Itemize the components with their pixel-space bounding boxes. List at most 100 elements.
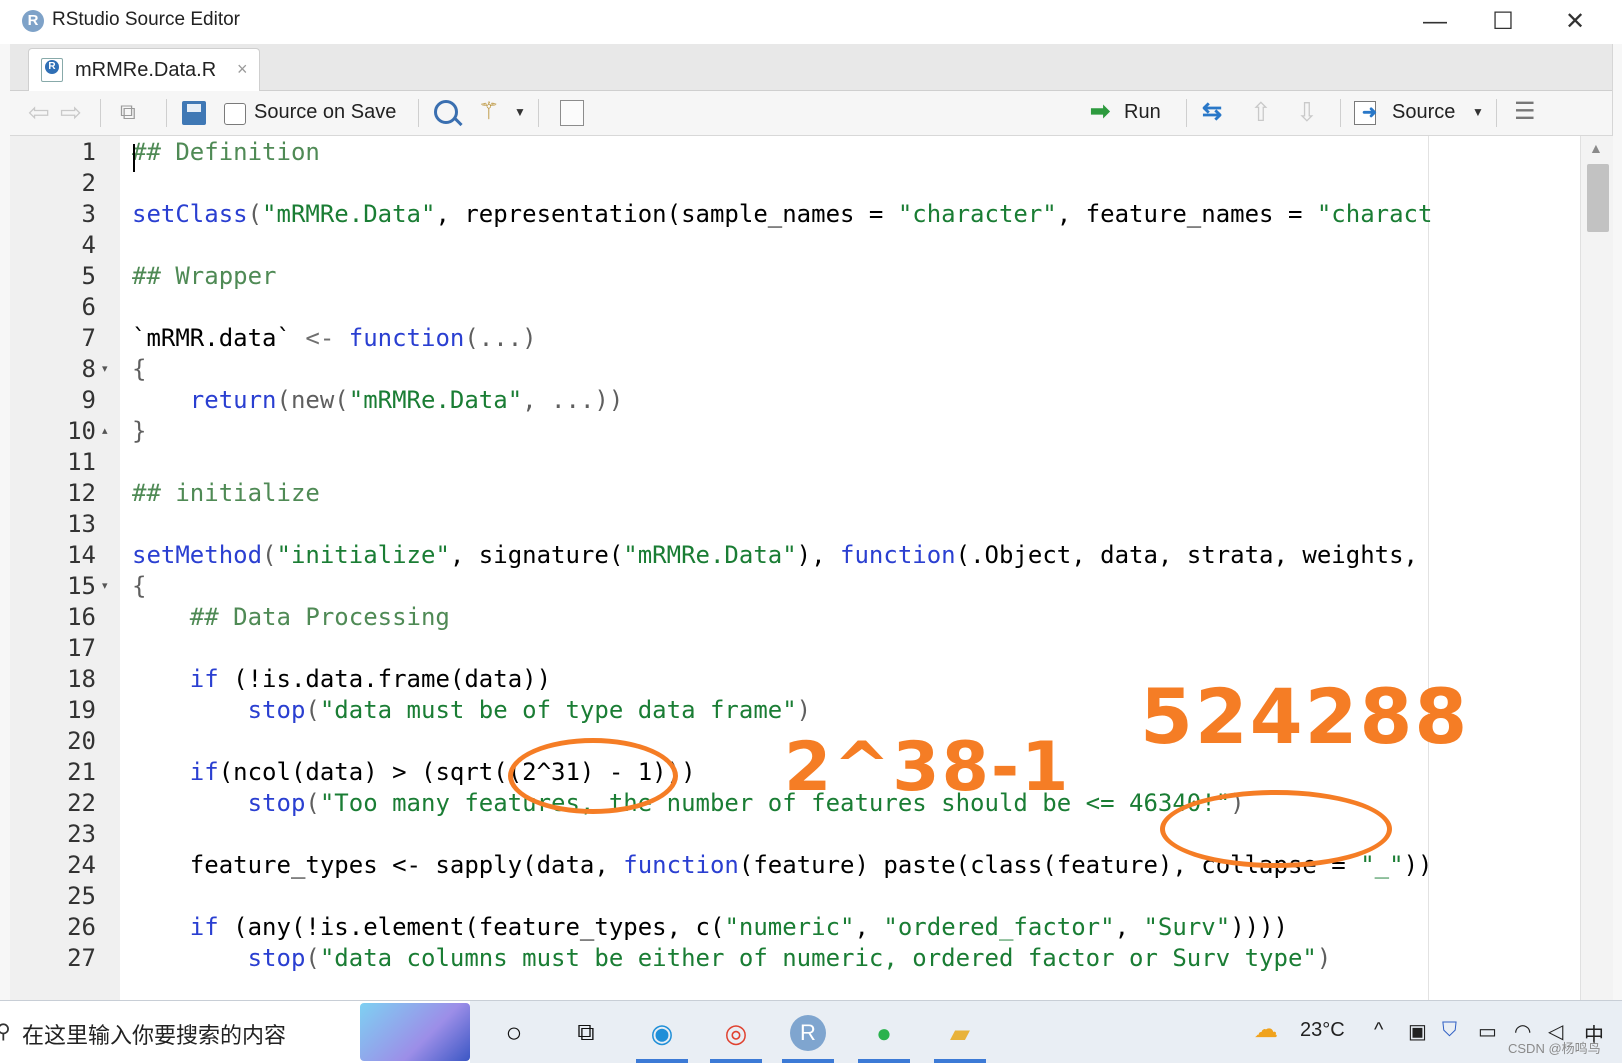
source-options-chevron-down-icon[interactable]: ▼ — [1472, 97, 1484, 127]
code-line[interactable]: 1 ## Definition — [10, 137, 1570, 168]
edge-browser-icon[interactable]: ◉ — [642, 1013, 682, 1053]
code-line[interactable]: 14 setMethod("initialize", signature("mRM… — [10, 540, 1570, 571]
rstudio-taskbar-icon[interactable]: R — [790, 1015, 826, 1051]
tab-mrmre-data-r[interactable]: R mRMRe.Data.R × — [28, 48, 260, 91]
fold-toggle-icon[interactable]: ▴ — [102, 416, 108, 447]
security-shield-icon[interactable]: ⛉ — [1442, 1019, 1457, 1042]
code-token: if — [189, 758, 219, 786]
go-down-arrow-icon[interactable]: ⇩ — [1296, 97, 1318, 127]
code-line[interactable]: 10 ▴} — [10, 416, 1570, 447]
battery-icon[interactable]: ▭ — [1478, 1019, 1497, 1044]
line-number: 10 — [67, 417, 96, 445]
code-text: ## Wrapper — [132, 261, 277, 292]
compile-report-icon[interactable] — [560, 100, 584, 126]
rerun-icon[interactable]: ⇆ — [1202, 97, 1222, 127]
code-token: ( — [262, 541, 277, 569]
code-line[interactable]: 27 stop("data columns must be either of … — [10, 943, 1570, 974]
code-token: )) — [1403, 851, 1433, 879]
active-app-indicator — [782, 1059, 834, 1063]
task-view-icon[interactable]: ⧉ — [566, 1013, 606, 1053]
chevron-down-icon[interactable]: ▼ — [514, 97, 526, 127]
code-token: (any(!is.element(feature_types, c( — [218, 913, 725, 941]
file-explorer-icon[interactable]: ▰ — [940, 1013, 980, 1053]
source-button[interactable]: Source — [1392, 97, 1455, 127]
code-text: { — [132, 571, 146, 602]
back-arrow-icon[interactable]: ⇦ — [28, 97, 50, 127]
code-text: ## Definition — [132, 137, 320, 168]
code-text: stop("data must be of type data frame") — [132, 695, 812, 726]
line-number: 8 — [81, 355, 96, 383]
taskbar-search-box[interactable]: ⚲ 在这里输入你要搜索的内容 — [0, 1001, 470, 1063]
code-token: "mRMRe.Data" — [348, 386, 523, 414]
weather-icon[interactable]: ☁ — [1254, 1015, 1278, 1044]
code-token: } — [132, 417, 147, 445]
code-line[interactable]: 17 — [10, 633, 1570, 664]
line-number: 25 — [67, 882, 96, 910]
code-line[interactable]: 25 — [10, 881, 1570, 912]
code-token: stop — [247, 789, 306, 817]
code-editor[interactable]: 1 ## Definition 2 3 setClass("mRMRe.Data", r… — [10, 136, 1613, 1000]
search-icon[interactable] — [434, 100, 458, 124]
code-token: (.Object, data, strata, weights, — [955, 541, 1418, 569]
annotation-max-value-note: 524288 — [1140, 672, 1470, 761]
r-file-icon: R — [41, 58, 63, 82]
code-text: stop("data columns must be either of num… — [132, 943, 1332, 974]
minimize-button[interactable]: — — [1410, 6, 1460, 38]
close-window-button[interactable]: ✕ — [1550, 6, 1600, 38]
code-text: stop("Too many features, the number of f… — [132, 788, 1245, 819]
code-line[interactable]: 12 ## initialize — [10, 478, 1570, 509]
source-on-save-label[interactable]: Source on Save — [254, 97, 396, 127]
line-number: 18 — [67, 665, 96, 693]
active-app-indicator — [934, 1059, 986, 1063]
source-on-save-checkbox[interactable] — [224, 103, 246, 125]
forward-arrow-icon[interactable]: ⇨ — [60, 97, 82, 127]
save-icon[interactable] — [182, 101, 206, 125]
weather-temperature[interactable]: 23°C — [1300, 1019, 1345, 1042]
code-line[interactable]: 9 return(new("mRMRe.Data", ...)) — [10, 385, 1570, 416]
windows-taskbar: ⚲ 在这里输入你要搜索的内容 ○ ⧉ ◉ ◎ R ● ▰ ☁ 23°C ^ ▣ … — [0, 1000, 1622, 1063]
code-line[interactable]: 5 ## Wrapper — [10, 261, 1570, 292]
tray-app-icon[interactable]: ▣ — [1408, 1019, 1427, 1044]
code-line[interactable]: 16 ## Data Processing — [10, 602, 1570, 633]
run-button[interactable]: Run — [1124, 97, 1161, 127]
scroll-up-arrow-icon[interactable]: ▲ — [1589, 140, 1603, 156]
code-line[interactable]: 26 if (any(!is.element(feature_types, c(… — [10, 912, 1570, 943]
line-number: 7 — [81, 324, 96, 352]
code-text: setClass("mRMRe.Data", representation(sa… — [132, 199, 1432, 230]
code-line[interactable]: 8 ▾ { — [10, 354, 1570, 385]
show-in-new-window-icon[interactable]: ⧉ — [120, 97, 136, 127]
fold-toggle-icon[interactable]: ▾ — [102, 354, 108, 385]
code-line[interactable]: 11 — [10, 447, 1570, 478]
code-tools-wand-icon[interactable]: ⚚ — [478, 97, 500, 127]
active-app-indicator — [636, 1059, 688, 1063]
code-token: , ...)) — [522, 386, 624, 414]
code-line[interactable]: 13 — [10, 509, 1570, 540]
show-hidden-icons-chevron-icon[interactable]: ^ — [1374, 1019, 1383, 1042]
code-token: ## Data Processing — [189, 603, 450, 631]
code-line[interactable]: 3 setClass("mRMRe.Data", representation(s… — [10, 199, 1570, 230]
code-line[interactable]: 2 — [10, 168, 1570, 199]
code-token: , feature_names = — [1056, 200, 1317, 228]
go-up-arrow-icon[interactable]: ⇧ — [1250, 97, 1272, 127]
line-number: 4 — [81, 231, 96, 259]
code-line[interactable]: 15 ▾ { — [10, 571, 1570, 602]
toolbar-divider — [166, 99, 167, 127]
code-token: "Surv" — [1143, 913, 1231, 941]
maximize-button[interactable]: ☐ — [1478, 6, 1528, 38]
code-token: ) — [796, 696, 812, 724]
scrollbar-thumb[interactable] — [1587, 164, 1609, 232]
tab-close-icon[interactable]: × — [237, 59, 248, 80]
document-outline-icon[interactable]: ☰ — [1514, 97, 1536, 127]
vertical-scrollbar[interactable]: ▲ — [1580, 136, 1613, 1000]
run-arrow-icon[interactable]: ➡ — [1090, 97, 1110, 127]
toolbar-divider — [1496, 99, 1497, 127]
cortana-icon[interactable]: ○ — [494, 1013, 534, 1053]
fold-toggle-icon[interactable]: ▾ — [102, 571, 108, 602]
wechat-icon[interactable]: ● — [864, 1013, 904, 1053]
code-line[interactable]: 6 — [10, 292, 1570, 323]
chrome-browser-icon[interactable]: ◎ — [716, 1013, 756, 1053]
code-token: ## initialize — [132, 479, 320, 507]
code-line[interactable]: 4 — [10, 230, 1570, 261]
code-line[interactable]: 7 `mRMR.data` <- function(...) — [10, 323, 1570, 354]
